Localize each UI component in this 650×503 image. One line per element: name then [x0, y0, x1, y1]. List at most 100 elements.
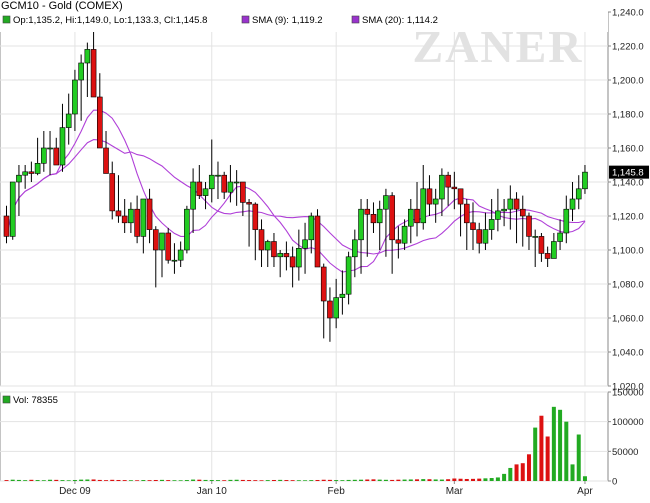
- volume-bar: [489, 478, 494, 481]
- candle-body-up: [140, 198, 147, 237]
- volume-bar: [396, 479, 401, 481]
- candle-body-down: [146, 198, 153, 230]
- volume-bar: [160, 479, 164, 481]
- chart-title: GCM10 - Gold (COMEX): [1, 0, 123, 12]
- candle: [165, 227, 172, 264]
- candle-body-down: [470, 222, 476, 230]
- candle-body-up: [308, 215, 315, 241]
- volume-bar: [539, 415, 544, 481]
- volume-bar: [526, 454, 531, 481]
- volume-bar: [153, 479, 158, 481]
- volume-bar: [545, 436, 550, 481]
- candle-body-down: [289, 256, 296, 268]
- candle-body-down: [134, 208, 140, 237]
- candle-body-down: [240, 181, 246, 203]
- volume-bar: [166, 480, 171, 481]
- volume-bar: [520, 463, 525, 481]
- volume-title: Vol: 78355: [13, 395, 58, 406]
- volume-bar: [365, 479, 370, 481]
- volume-bar: [421, 479, 426, 481]
- candle-body-down: [314, 215, 321, 268]
- candle-body-up: [65, 113, 72, 128]
- volume-bar: [72, 479, 77, 481]
- volume-bar: [464, 478, 469, 481]
- candle-body-up: [501, 208, 507, 212]
- candle-body-up: [9, 181, 16, 237]
- volume-bar: [66, 480, 71, 481]
- candle-body-down: [152, 229, 159, 251]
- volume-bar: [209, 479, 214, 481]
- candle-body-up: [47, 147, 53, 150]
- candle-body-down: [103, 147, 109, 174]
- x-tick-label: Jan 10: [197, 486, 227, 497]
- candle-body-down: [513, 198, 520, 210]
- price-legend: GCM10 - Gold (COMEX) Op:1,135.2, Hi:1,14…: [0, 0, 608, 32]
- volume-bar: [48, 479, 53, 481]
- candle-body-down: [115, 210, 122, 217]
- volume-bar: [234, 479, 239, 481]
- volume-bar: [551, 406, 556, 481]
- last-price-label: 1,145.8: [612, 168, 644, 179]
- candle-body-up: [202, 188, 209, 196]
- candle-body-up: [507, 198, 514, 210]
- candle-body-up: [22, 171, 28, 176]
- volume-bar: [271, 479, 276, 481]
- candle-body-down: [414, 208, 420, 224]
- candle-body-up: [264, 241, 271, 251]
- candle-body-down: [28, 171, 35, 174]
- volume-bar: [278, 479, 283, 481]
- candle-body-up: [333, 297, 339, 319]
- legend-swatch: [241, 15, 250, 24]
- candle-body-up: [358, 208, 364, 241]
- candle-body-up: [215, 174, 221, 177]
- volume-bar: [128, 480, 133, 481]
- candle-body-down: [389, 195, 395, 241]
- volume-bar: [203, 479, 208, 481]
- price-tick-label: 1,160.0: [612, 144, 644, 155]
- legend-item: Op:1,135.2, Hi:1,149.0, Lo:1,133.3, Cl:1…: [2, 15, 207, 26]
- candle-body-down: [196, 181, 203, 196]
- candle-body-up: [72, 79, 78, 115]
- candle-body-down: [327, 300, 333, 319]
- candle-body-down: [476, 229, 483, 244]
- volume-bar: [495, 477, 500, 481]
- price-tick-label: 1,040.0: [612, 348, 644, 359]
- volume-bar: [23, 480, 28, 481]
- candle-body-up: [177, 249, 184, 261]
- volume-bar: [191, 479, 196, 481]
- legend-label: Op:1,135.2, Hi:1,149.0, Lo:1,133.3, Cl:1…: [13, 15, 207, 26]
- candle-body-up: [84, 49, 91, 64]
- volume-bar: [408, 479, 413, 481]
- volume-bar: [452, 478, 457, 481]
- volume-bar: [340, 480, 345, 481]
- volume-bar: [296, 480, 301, 481]
- volume-bar: [122, 480, 127, 481]
- candle-body-down: [457, 188, 464, 205]
- candle-body-down: [364, 208, 371, 215]
- candle-body-down: [451, 186, 458, 190]
- volume-bar: [91, 479, 96, 481]
- volume-bar: [54, 479, 59, 481]
- volume-bar: [427, 479, 432, 481]
- price-tick-label: 1,240.0: [612, 8, 644, 19]
- candle-body-up: [557, 232, 563, 242]
- price-tick-label: 1,200.0: [612, 76, 644, 87]
- candle-body-down: [90, 49, 97, 98]
- candle-body-up: [401, 225, 408, 244]
- candle-body-up: [208, 174, 215, 190]
- volume-bar: [265, 480, 270, 481]
- volume-bar: [222, 480, 227, 481]
- volume-bar: [383, 479, 388, 481]
- legend-swatch: [351, 15, 360, 24]
- candle-body-up: [345, 256, 352, 295]
- candle-body-up: [128, 208, 134, 224]
- price-tick-label: 1,220.0: [612, 42, 644, 53]
- volume-bar: [346, 479, 351, 481]
- x-tick-label: Feb: [328, 486, 346, 497]
- volume-bar: [135, 480, 140, 481]
- volume-bar: [60, 480, 65, 481]
- x-axis: Dec 09 Jan 10 Feb Mar Apr: [59, 481, 593, 497]
- candle-body-up: [420, 188, 427, 224]
- candle-body-up: [227, 181, 234, 193]
- candle-body-down: [283, 253, 290, 258]
